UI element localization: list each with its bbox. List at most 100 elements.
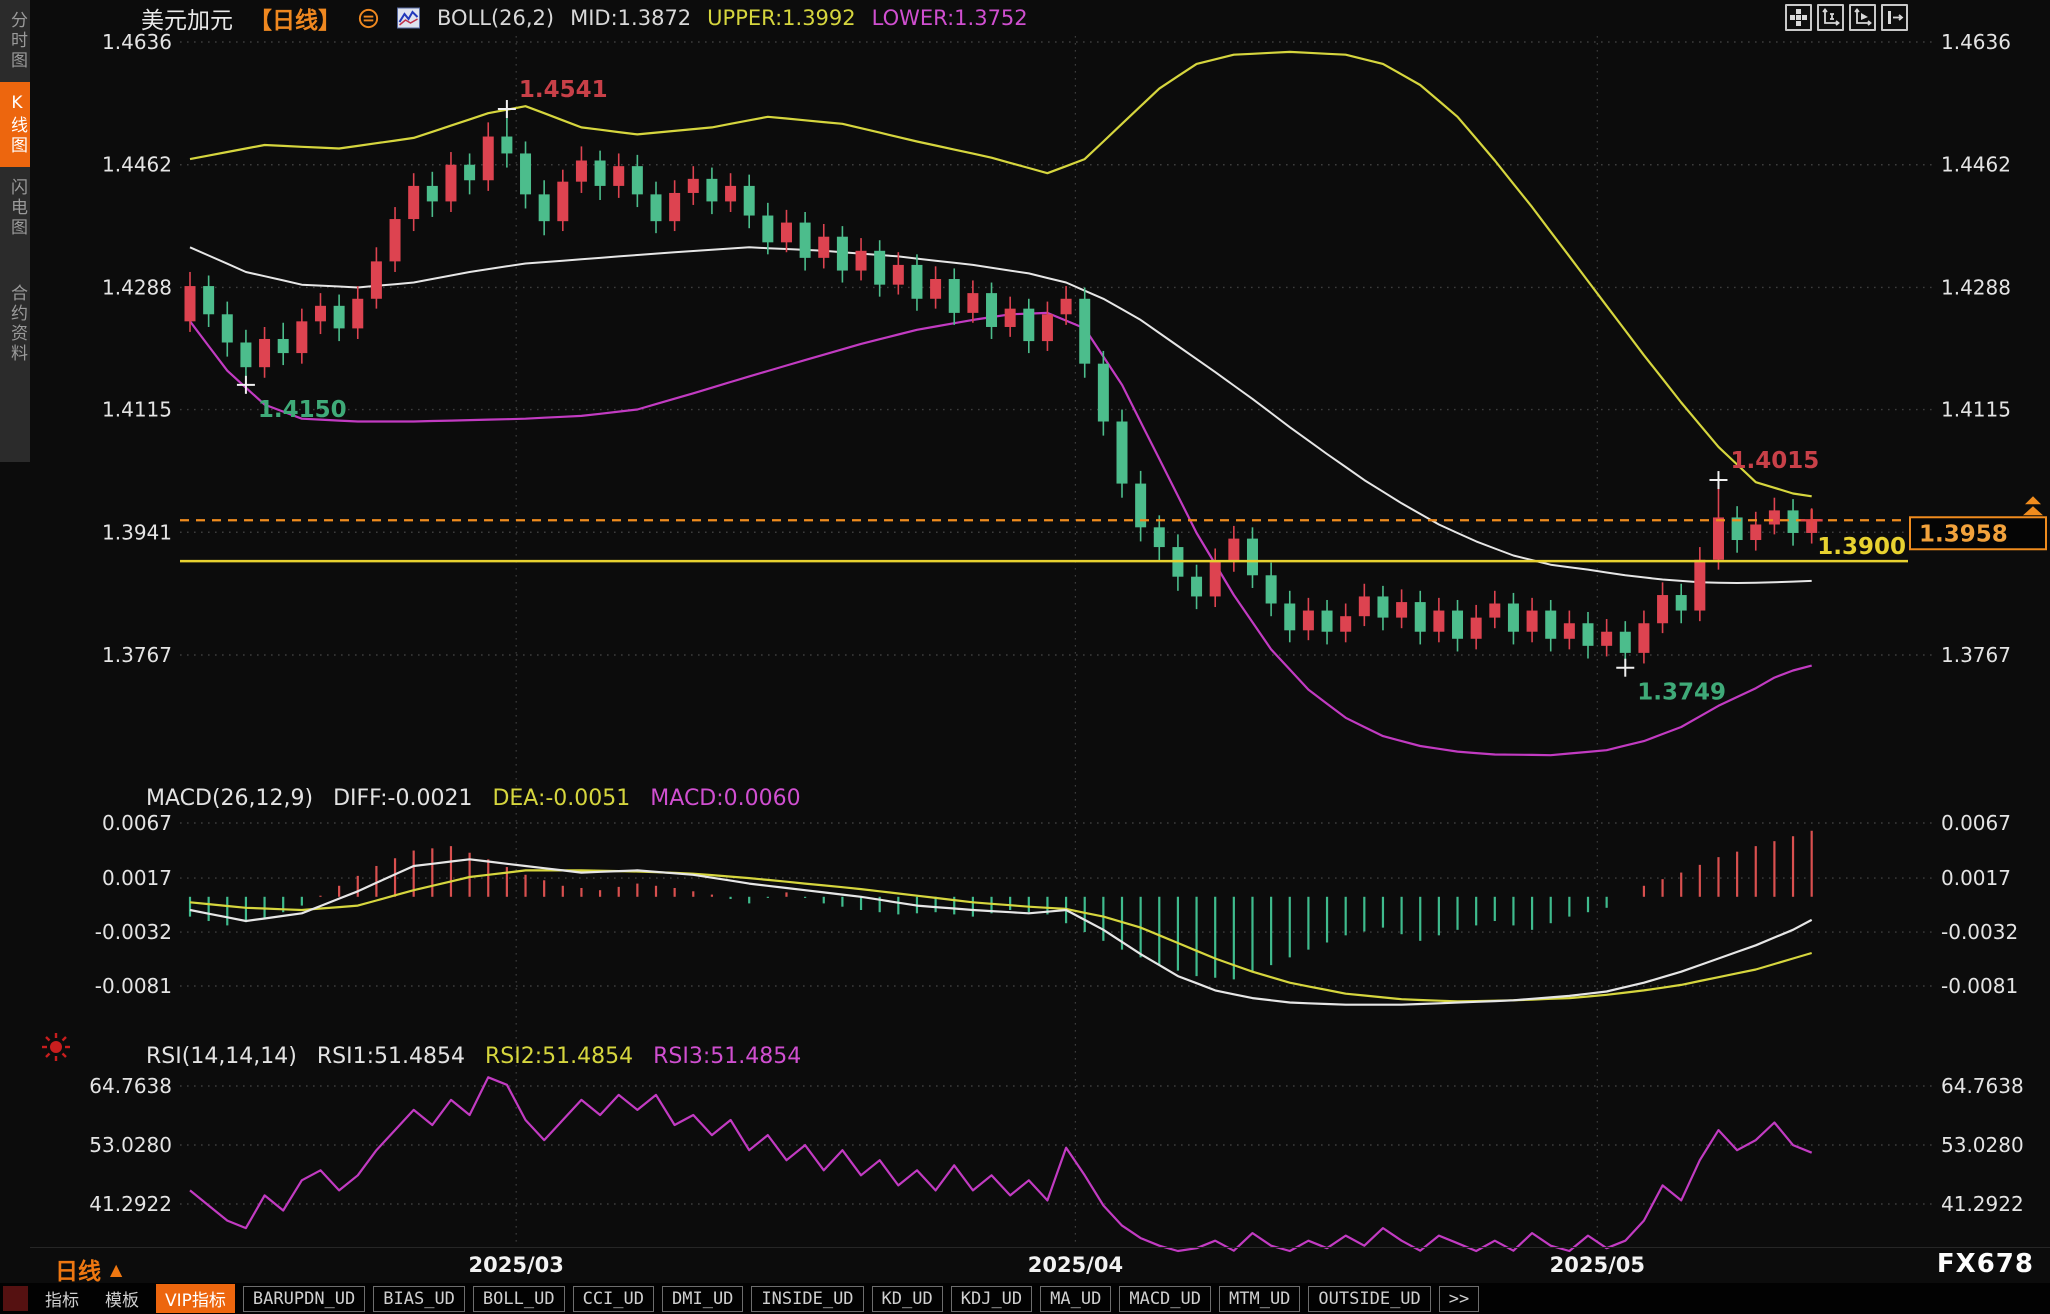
candle <box>259 339 270 367</box>
tab-dmi-ud[interactable]: DMI_UD <box>662 1286 743 1312</box>
tab-vip-indicator[interactable]: VIP指标 <box>156 1284 235 1313</box>
tab-boll-ud[interactable]: BOLL_UD <box>473 1286 565 1312</box>
candle <box>949 279 960 313</box>
candle <box>390 219 401 261</box>
candle <box>1210 561 1221 596</box>
candle <box>1005 309 1016 327</box>
y-axis-label-right: 53.0280 <box>1941 1133 2024 1157</box>
tab-ma-ud[interactable]: MA_UD <box>1040 1286 1111 1312</box>
price-up-arrow-icon <box>2023 506 2043 515</box>
tab-kdj-ud[interactable]: KDJ_UD <box>951 1286 1032 1312</box>
candle <box>651 194 662 221</box>
boll-indicator-label: BOLL(26,2) <box>437 6 554 30</box>
boll-upper-line <box>190 52 1812 496</box>
tab-bias-ud[interactable]: BIAS_UD <box>373 1286 465 1312</box>
tab-macd-ud[interactable]: MACD_UD <box>1119 1286 1211 1312</box>
indicator-menu-icon[interactable] <box>357 7 380 30</box>
candle <box>930 279 941 299</box>
candle <box>595 161 606 186</box>
last-price-tag-label: 1.3958 <box>1919 521 2008 547</box>
macd-indicator-header: MACD(26,12,9) DIFF:-0.0021 DEA:-0.0051 M… <box>146 786 801 811</box>
tab-outside-ud[interactable]: OUTSIDE_UD <box>1308 1286 1430 1312</box>
candle <box>1750 524 1761 540</box>
y-axis-label-right: 1.4115 <box>1941 398 2011 422</box>
candle <box>725 186 736 202</box>
candle <box>483 137 494 181</box>
candle <box>669 193 680 221</box>
chart-canvas[interactable]: 1.46361.46361.44621.44621.42881.42881.41… <box>0 0 2050 1314</box>
period-label: 【日线】 <box>249 1 341 35</box>
sidebar-item-kline-chart[interactable]: K线图 <box>0 82 30 167</box>
y-axis-label-right: 64.7638 <box>1941 1074 2024 1098</box>
candle <box>1452 611 1463 639</box>
chart-toolbar <box>1785 4 1908 31</box>
triangle-up-icon: ▲ <box>110 1260 122 1279</box>
candle <box>1694 560 1705 611</box>
y-axis-label-left: 1.4115 <box>102 398 172 422</box>
period-selector-label: 日线 <box>55 1252 101 1286</box>
rsi-indicator-header: RSI(14,14,14) RSI1:51.4854 RSI2:51.4854 … <box>146 1044 801 1069</box>
sidebar-item-contract-info[interactable]: 合约资料 <box>0 273 30 375</box>
candle <box>1191 577 1202 597</box>
tab-template[interactable]: 模板 <box>96 1284 148 1313</box>
symbol-title: 美元加元 <box>141 1 233 35</box>
tab-kd-ud[interactable]: KD_UD <box>872 1286 943 1312</box>
candle <box>1154 527 1165 547</box>
pan-icon[interactable] <box>1785 4 1812 31</box>
candlesticks-layer <box>185 109 1818 668</box>
x-axis-scale-icon[interactable] <box>1849 4 1876 31</box>
rsi-name: RSI(14,14,14) <box>146 1044 297 1069</box>
candle <box>464 165 475 181</box>
candle <box>1228 539 1239 562</box>
candle <box>296 321 307 353</box>
candle <box>911 265 922 299</box>
candle <box>613 166 624 186</box>
candle <box>1042 314 1053 341</box>
candle <box>1489 604 1500 618</box>
indicator-tabbar: 指标 模板 VIP指标 BARUPDN_UD BIAS_UD BOLL_UD C… <box>0 1283 2050 1314</box>
candle <box>1471 618 1482 639</box>
candle <box>576 161 587 182</box>
candle <box>744 186 755 216</box>
candle <box>818 237 829 258</box>
y-axis-label-left: 1.3941 <box>102 520 172 544</box>
candle <box>1098 364 1109 422</box>
macd-value: MACD:0.0060 <box>650 786 800 811</box>
price-annotation: 1.4150 <box>258 397 347 423</box>
y-axis-scale-icon[interactable] <box>1817 4 1844 31</box>
y-axis-label-left: -0.0081 <box>95 974 172 998</box>
candle <box>315 306 326 322</box>
candle <box>893 265 904 285</box>
x-axis-row: 日线 ▲ FX678 <box>30 1247 2050 1284</box>
period-selector-button[interactable]: 日线 ▲ <box>55 1252 122 1286</box>
candle <box>1303 611 1314 631</box>
tab-barupdn-ud[interactable]: BARUPDN_UD <box>243 1286 365 1312</box>
candle <box>557 182 568 222</box>
candle <box>1508 604 1519 632</box>
tab-mtm-ud[interactable]: MTM_UD <box>1219 1286 1300 1312</box>
y-axis-label-right: -0.0081 <box>1941 974 2018 998</box>
candle <box>632 166 643 194</box>
tab-inside-ud[interactable]: INSIDE_UD <box>751 1286 863 1312</box>
candle <box>762 216 773 243</box>
tabbar-corner-marker <box>3 1286 28 1311</box>
sidebar-item-time-chart[interactable]: 分时图 <box>0 0 30 82</box>
macd-name: MACD(26,12,9) <box>146 786 313 811</box>
candle <box>203 286 214 314</box>
candle <box>352 299 363 329</box>
tab-cci-ud[interactable]: CCI_UD <box>573 1286 654 1312</box>
boll-upper-value: UPPER:1.3992 <box>707 6 855 30</box>
y-axis-label-left: 1.4288 <box>102 275 172 299</box>
candle <box>1676 595 1687 611</box>
bollinger-bands <box>190 52 1812 755</box>
macd-pane <box>190 831 1812 1005</box>
tab-indicator[interactable]: 指标 <box>36 1284 88 1313</box>
shift-right-icon[interactable] <box>1881 4 1908 31</box>
tab-more[interactable]: >> <box>1439 1286 1479 1312</box>
y-axis-label-left: 64.7638 <box>89 1074 172 1098</box>
sidebar-item-lightning-chart[interactable]: 闪电图 <box>0 167 30 249</box>
candle <box>240 343 251 368</box>
candle <box>986 293 997 327</box>
mini-chart-icon[interactable] <box>396 7 421 29</box>
alert-sun-icon <box>38 1029 74 1069</box>
